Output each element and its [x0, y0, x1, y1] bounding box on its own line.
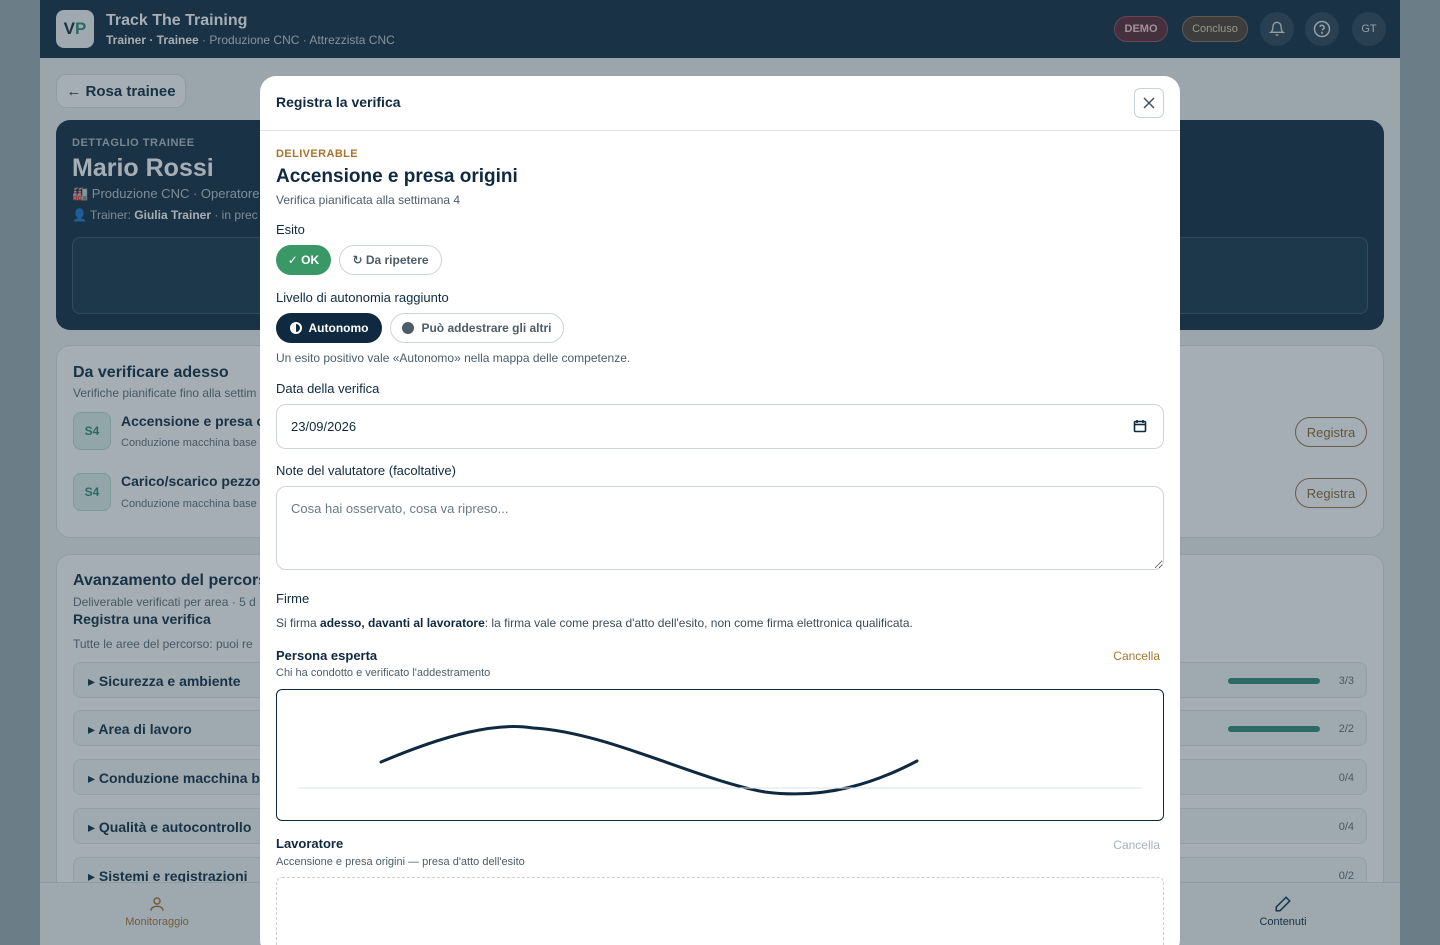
level-autonomous-button[interactable]: Autonomo [276, 313, 382, 343]
expert-signature-subtitle: Chi ha condotto e verificato l'addestram… [276, 667, 491, 679]
close-button[interactable] [1134, 88, 1164, 118]
half-circle-icon [289, 322, 302, 334]
level-autonomous-label: Autonomo [308, 321, 369, 335]
outcome-repeat-button[interactable]: ↻ Da ripetere [339, 245, 442, 275]
level-can-train-label: Può addestrare gli altri [421, 321, 552, 335]
signatures-info-bold: adesso, davanti al lavoratore [320, 616, 485, 630]
deliverable-title: Accensione e presa origini [276, 166, 518, 187]
modal-header: Registra la verifica [260, 76, 1180, 131]
signatures-label: Firme [276, 591, 310, 606]
expert-signature-pad[interactable] [276, 689, 1164, 821]
worker-signature-pad[interactable] [276, 877, 1164, 945]
evaluator-notes-textarea[interactable] [276, 486, 1164, 570]
deliverable-eyebrow: DELIVERABLE [276, 148, 359, 160]
full-circle-icon [402, 322, 415, 334]
outcome-label: Esito [276, 222, 305, 237]
expert-clear-button[interactable]: Cancella [1113, 649, 1160, 663]
signatures-info-post: : la firma vale come presa d'atto dell'e… [484, 616, 913, 630]
worker-signature-title: Lavoratore [276, 836, 344, 851]
date-value: 23/09/2026 [291, 419, 357, 434]
level-can-train-button[interactable]: Può addestrare gli altri [390, 313, 564, 343]
date-label: Data della verifica [276, 381, 380, 396]
planned-week: Verifica pianificata alla settimana 4 [276, 193, 461, 207]
expert-signature-title: Persona esperta [276, 648, 378, 663]
signatures-info: Si firma adesso, davanti al lavoratore: … [276, 616, 913, 630]
level-hint: Un esito positivo vale «Autonomo» nella … [276, 351, 631, 365]
verification-date-input[interactable]: 23/09/2026 [276, 404, 1164, 449]
autonomy-level-label: Livello di autonomia raggiunto [276, 290, 449, 305]
signatures-info-pre: Si firma [276, 616, 321, 630]
register-verification-modal: Registra la verifica DELIVERABLE Accensi… [260, 76, 1180, 945]
notes-label: Note del valutatore (facoltative) [276, 463, 456, 478]
calendar-icon[interactable] [1133, 419, 1147, 433]
close-icon [1143, 97, 1155, 109]
signature-stroke [299, 725, 1141, 796]
modal-title: Registra la verifica [276, 94, 401, 110]
outcome-ok-button[interactable]: ✓ OK [276, 245, 331, 275]
worker-clear-button[interactable]: Cancella [1113, 838, 1160, 852]
worker-signature-subtitle: Accensione e presa origini — presa d'att… [276, 856, 525, 868]
